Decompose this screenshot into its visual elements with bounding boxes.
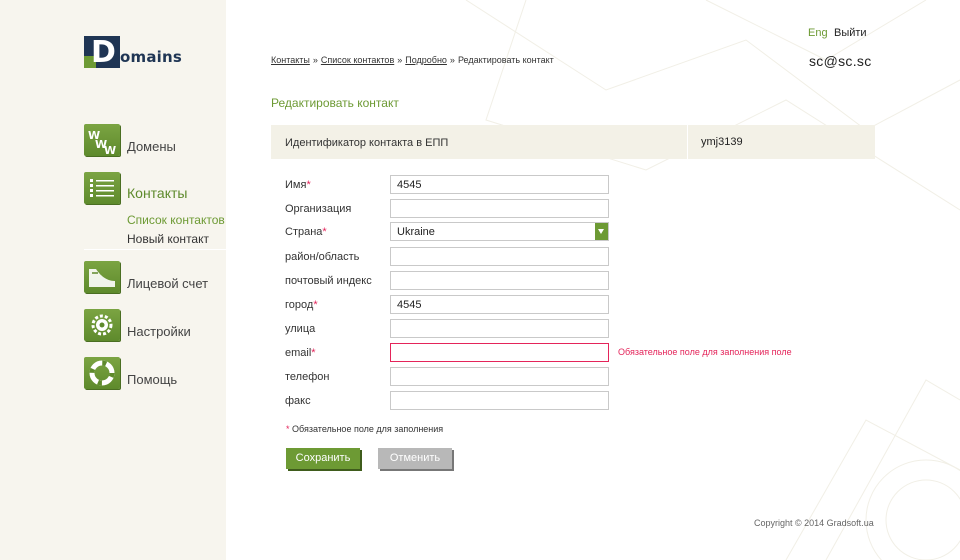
svg-text:W: W bbox=[104, 144, 116, 156]
sidebar: D omains W W W Домены Контакты Список ко… bbox=[0, 0, 226, 560]
breadcrumb-contact-list[interactable]: Список контактов bbox=[321, 55, 394, 65]
nav-item-contacts[interactable]: Контакты bbox=[84, 172, 226, 206]
form-row-postal-code: почтовый индекс bbox=[285, 271, 805, 291]
country-select[interactable]: Ukraine bbox=[390, 222, 609, 241]
organization-label: Организация bbox=[285, 203, 352, 215]
language-switch[interactable]: Eng bbox=[808, 27, 828, 39]
required-mark: * bbox=[313, 299, 318, 311]
country-label: Страна* bbox=[285, 226, 327, 238]
required-mark: * bbox=[311, 347, 316, 359]
footer-copyright: Copyright © 2014 Gradsoft.ua bbox=[754, 518, 874, 528]
form-row-city: город* bbox=[285, 295, 805, 315]
city-label: город* bbox=[285, 299, 318, 311]
breadcrumb-current: Редактировать контакт bbox=[457, 55, 554, 65]
email-label: email* bbox=[285, 347, 316, 359]
nav-label-domains: Домены bbox=[127, 139, 176, 154]
breadcrumb-contacts[interactable]: Контакты bbox=[271, 55, 310, 65]
required-mark: * bbox=[286, 424, 290, 434]
logo-letter: D bbox=[91, 35, 116, 70]
page-title: Редактировать контакт bbox=[271, 96, 399, 110]
required-mark: * bbox=[322, 226, 327, 238]
contacts-list-icon bbox=[84, 172, 120, 204]
name-label: Имя* bbox=[285, 179, 311, 191]
cancel-button[interactable]: Отменить bbox=[378, 448, 452, 469]
contact-id-divider bbox=[687, 125, 688, 159]
domains-logo[interactable]: D omains bbox=[84, 36, 194, 72]
street-input[interactable] bbox=[390, 319, 609, 338]
save-button[interactable]: Сохранить bbox=[286, 448, 360, 469]
name-label-text: Имя bbox=[285, 179, 307, 191]
chevron-down-icon[interactable] bbox=[595, 223, 608, 240]
form-row-organization: Организация bbox=[285, 199, 805, 219]
subnav-divider bbox=[84, 249, 226, 250]
fax-label: факс bbox=[285, 395, 311, 407]
city-label-text: город bbox=[285, 299, 314, 311]
email-label-text: email bbox=[285, 347, 312, 359]
account-icon bbox=[84, 261, 120, 293]
email-input[interactable] bbox=[390, 343, 609, 362]
fax-input[interactable] bbox=[390, 391, 609, 410]
www-icon: W W W bbox=[84, 124, 120, 156]
nav-label-account: Лицевой счет bbox=[127, 276, 209, 291]
logo-text: omains bbox=[120, 48, 183, 66]
required-mark: * bbox=[306, 179, 311, 191]
form-row-street: улица bbox=[285, 319, 805, 339]
required-note-text: Обязательное поле для заполнения bbox=[292, 424, 444, 434]
form-row-region: район/область bbox=[285, 247, 805, 267]
logout-link[interactable]: Выйти bbox=[834, 27, 867, 39]
nav-item-domains[interactable]: W W W Домены bbox=[84, 124, 226, 158]
settings-gear-icon bbox=[84, 309, 120, 341]
postal-code-label: почтовый индекс bbox=[285, 275, 372, 287]
breadcrumb-separator: » bbox=[449, 55, 455, 65]
subnav-new-contact[interactable]: Новый контакт bbox=[127, 232, 209, 246]
form-row-country: Страна* Ukraine bbox=[285, 222, 805, 242]
form-row-fax: факс bbox=[285, 391, 805, 411]
region-label: район/область bbox=[285, 251, 360, 263]
breadcrumb-details[interactable]: Подробно bbox=[405, 55, 447, 65]
lifebuoy-icon bbox=[84, 357, 120, 389]
nav-item-help[interactable]: Помощь bbox=[84, 357, 226, 391]
form-row-email: email* Обязательное поле для заполнения … bbox=[285, 343, 805, 363]
name-input[interactable] bbox=[390, 175, 609, 194]
form-row-name: Имя* bbox=[285, 175, 805, 195]
contact-id-label: Идентификатор контакта в ЕПП bbox=[285, 137, 449, 149]
subnav-contact-list[interactable]: Список контактов bbox=[127, 213, 225, 227]
country-label-text: Страна bbox=[285, 226, 323, 238]
nav-label-settings: Настройки bbox=[127, 324, 191, 339]
breadcrumb: Контакты» Список контактов» Подробно» Редак… bbox=[271, 55, 554, 65]
city-input[interactable] bbox=[390, 295, 609, 314]
postal-code-input[interactable] bbox=[390, 271, 609, 290]
required-note: * Обязательное поле для заполнения bbox=[286, 424, 443, 434]
breadcrumb-separator: » bbox=[397, 55, 403, 65]
form-row-phone: телефон bbox=[285, 367, 805, 387]
nav-label-contacts: Контакты bbox=[127, 185, 188, 201]
email-error-message: Обязательное поле для заполнения поле bbox=[618, 347, 792, 357]
country-select-value: Ukraine bbox=[397, 226, 435, 238]
organization-input[interactable] bbox=[390, 199, 609, 218]
region-input[interactable] bbox=[390, 247, 609, 266]
street-label: улица bbox=[285, 323, 316, 335]
phone-input[interactable] bbox=[390, 367, 609, 386]
phone-label: телефон bbox=[285, 371, 330, 383]
contact-id-value: ymj3139 bbox=[701, 136, 743, 148]
breadcrumb-separator: » bbox=[312, 55, 318, 65]
contact-id-bar: Идентификатор контакта в ЕПП ymj3139 bbox=[271, 125, 875, 159]
user-email: sc@sc.sc bbox=[809, 53, 872, 69]
nav-item-account[interactable]: Лицевой счет bbox=[84, 261, 226, 295]
nav-label-help: Помощь bbox=[127, 372, 178, 387]
nav-item-settings[interactable]: Настройки bbox=[84, 309, 226, 343]
